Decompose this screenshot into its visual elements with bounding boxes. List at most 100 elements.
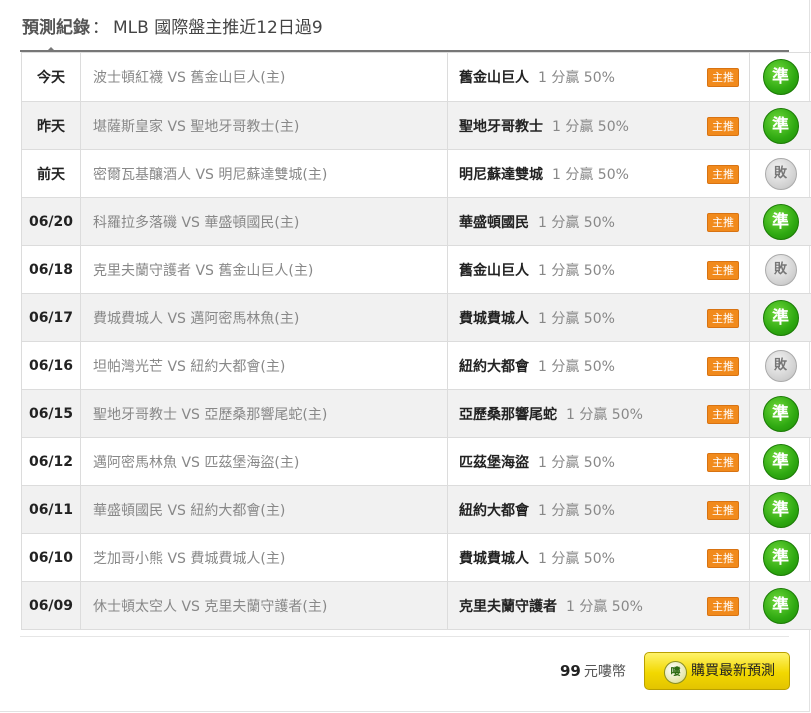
record-match: 費城費城人 VS 邁阿密馬林魚(主) [80,293,448,342]
table-row: 06/09 休士頓太空人 VS 克里夫蘭守護者(主) 克里夫蘭守護者 1 分贏 50%… [21,581,811,630]
table-row: 前天 密爾瓦基釀酒人 VS 明尼蘇達雙城(主) 明尼蘇達雙城 1 分贏 50% 主推 敗 [21,149,811,198]
main-pick-badge: 主推 [707,356,739,376]
main-pick-badge: 主推 [707,452,739,472]
record-result: 準 [749,197,811,246]
main-pick-badge: 主推 [707,500,739,520]
record-pick: 費城費城人 1 分贏 50% 主推 [447,293,750,342]
pick-team: 聖地牙哥教士 [459,118,543,135]
record-match: 科羅拉多落磯 VS 華盛頓國民(主) [80,197,448,246]
result-badge: 準 [762,491,799,528]
record-date: 06/18 [21,245,81,294]
record-table: 今天 波士頓紅襪 VS 舊金山巨人(主) 舊金山巨人 1 分贏 50% 主推準昨天 堪薩斯… [21,52,811,630]
table-row: 06/20 科羅拉多落磯 VS 華盛頓國民(主) 華盛頓國民 1 分贏 50% 主推 準 [21,197,811,246]
main-pick-badge: 主推 [707,596,739,616]
table-row: 06/10 芝加哥小熊 VS 費城費城人(主) 費城費城人 1 分贏 50% 主推 準 [21,533,811,582]
record-match: 芝加哥小熊 VS 費城費城人(主) [80,533,448,582]
price-display: 99 元嘍幣 [560,661,626,681]
record-pick: 舊金山巨人 1 分贏 50% 主推 [447,245,750,294]
pick-odds: 1 分贏 50% [566,598,643,615]
record-date: 06/12 [21,437,81,486]
record-pick: 匹茲堡海盜 1 分贏 50% 主推 [447,437,750,486]
record-pick: 紐約大都會 1 分贏 50% 主推 [447,341,750,390]
record-result: 準 [749,389,811,438]
title-separator: ： [92,18,109,38]
record-match: 邁阿密馬林魚 VS 匹茲堡海盜(主) [80,437,448,486]
pick-team: 紐約大都會 [459,358,529,375]
pick-team: 明尼蘇達雙城 [459,166,543,183]
record-date: 06/20 [21,197,81,246]
table-row: 06/11 華盛頓國民 VS 紐約大都會(主) 紐約大都會 1 分贏 50% 主推 準 [21,485,811,534]
record-result: 準 [749,52,811,102]
pick-team: 匹茲堡海盜 [459,454,529,471]
pick-odds: 1 分贏 50% [538,214,615,231]
pick-team: 亞歷桑那響尾蛇 [459,406,557,423]
record-pick: 紐約大都會 1 分贏 50% 主推 [447,485,750,534]
result-badge: 準 [762,107,799,144]
pick-odds: 1 分贏 50% [538,550,615,567]
pick-odds: 1 分贏 50% [538,262,615,279]
result-badge: 敗 [764,253,797,286]
result-badge: 準 [762,443,799,480]
record-date: 06/16 [21,341,81,390]
result-badge: 準 [762,203,799,240]
table-row: 昨天 堪薩斯皇家 VS 聖地牙哥教士(主) 聖地牙哥教士 1 分贏 50% 主推 準 [21,101,811,150]
record-match: 克里夫蘭守護者 VS 舊金山巨人(主) [80,245,448,294]
table-row: 06/15 聖地牙哥教士 VS 亞歷桑那響尾蛇(主) 亞歷桑那響尾蛇 1 分贏 50%… [21,389,811,438]
result-badge: 敗 [764,349,797,382]
record-pick: 費城費城人 1 分贏 50% 主推 [447,533,750,582]
record-result: 準 [749,101,811,150]
main-pick-badge: 主推 [707,404,739,424]
result-badge: 準 [762,395,799,432]
record-match: 聖地牙哥教士 VS 亞歷桑那響尾蛇(主) [80,389,448,438]
record-result: 準 [749,485,811,534]
record-match: 坦帕灣光芒 VS 紐約大都會(主) [80,341,448,390]
result-badge: 準 [762,587,799,624]
result-badge: 敗 [764,157,797,190]
pick-odds: 1 分贏 50% [538,310,615,327]
record-date: 今天 [21,52,81,102]
result-badge: 準 [762,539,799,576]
pick-odds: 1 分贏 50% [538,70,615,86]
pick-odds: 1 分贏 50% [538,502,615,519]
pick-team: 華盛頓國民 [459,214,529,231]
title-label: 預測紀錄 [22,18,90,38]
prediction-record-panel: 預測紀錄： MLB 國際盤主推近12日過9 今天 波士頓紅襪 VS 舊金山巨人(主)… [0,0,811,712]
record-date: 昨天 [21,101,81,150]
page-title: 預測紀錄： MLB 國際盤主推近12日過9 [22,15,323,41]
table-row: 06/17 費城費城人 VS 邁阿密馬林魚(主) 費城費城人 1 分贏 50% 主推 準 [21,293,811,342]
footer-divider [20,636,789,637]
record-date: 前天 [21,149,81,198]
record-match: 堪薩斯皇家 VS 聖地牙哥教士(主) [80,101,448,150]
record-match: 波士頓紅襪 VS 舊金山巨人(主) [80,52,448,102]
price-number: 99 [560,662,581,680]
pick-team: 費城費城人 [459,310,529,327]
buy-button-label: 購買最新預測 [691,663,775,679]
record-date: 06/10 [21,533,81,582]
table-row: 06/18 克里夫蘭守護者 VS 舊金山巨人(主) 舊金山巨人 1 分贏 50% 主推 敗 [21,245,811,294]
record-result: 敗 [749,245,811,294]
table-row: 06/12 邁阿密馬林魚 VS 匹茲堡海盜(主) 匹茲堡海盜 1 分贏 50% 主推 準 [21,437,811,486]
record-match: 密爾瓦基釀酒人 VS 明尼蘇達雙城(主) [80,149,448,198]
main-pick-badge: 主推 [707,260,739,280]
record-pick: 克里夫蘭守護者 1 分贏 50% 主推 [447,581,750,630]
record-pick: 聖地牙哥教士 1 分贏 50% 主推 [447,101,750,150]
pick-team: 舊金山巨人 [459,262,529,279]
record-result: 敗 [749,341,811,390]
pick-odds: 1 分贏 50% [552,166,629,183]
result-badge: 準 [762,299,799,336]
table-row: 06/16 坦帕灣光芒 VS 紐約大都會(主) 紐約大都會 1 分贏 50% 主推 敗 [21,341,811,390]
pick-odds: 1 分贏 50% [566,406,643,423]
record-result: 敗 [749,149,811,198]
title-subtitle: MLB 國際盤主推近12日過9 [113,18,323,38]
result-badge: 準 [762,59,799,95]
pick-team: 費城費城人 [459,550,529,567]
table-row: 今天 波士頓紅襪 VS 舊金山巨人(主) 舊金山巨人 1 分贏 50% 主推 準 [21,52,811,102]
record-date: 06/11 [21,485,81,534]
main-pick-badge: 主推 [707,308,739,328]
main-pick-badge: 主推 [707,548,739,568]
buy-latest-prediction-button[interactable]: 嘍 購買最新預測 [644,652,790,690]
main-pick-badge: 主推 [707,164,739,184]
record-result: 準 [749,293,811,342]
coin-icon: 嘍 [664,661,687,684]
record-result: 準 [749,437,811,486]
